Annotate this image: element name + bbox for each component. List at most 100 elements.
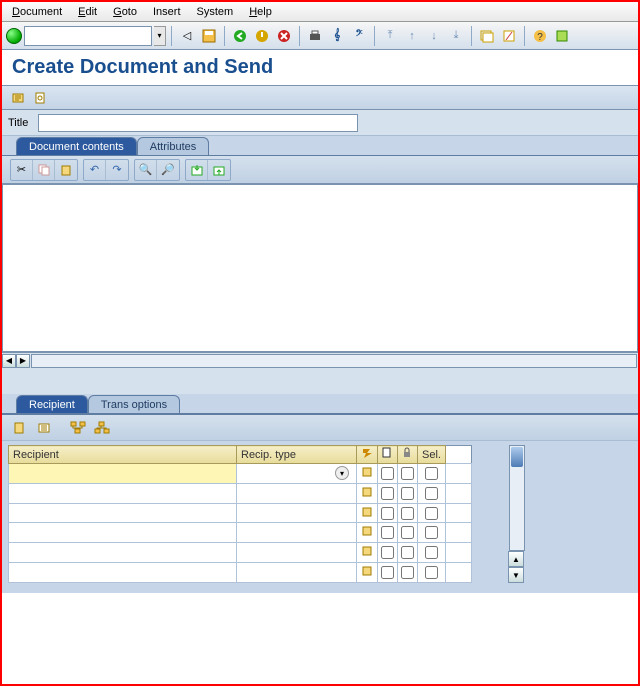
- blind-checkbox[interactable]: [401, 526, 414, 539]
- save-local-icon[interactable]: [208, 160, 230, 180]
- noforward-checkbox[interactable]: [425, 487, 438, 500]
- cell-recip-type: [237, 523, 357, 543]
- recipient-input[interactable]: [9, 564, 236, 581]
- cell-sel[interactable]: [445, 563, 471, 583]
- noforward-checkbox[interactable]: [425, 526, 438, 539]
- cell-express-icon[interactable]: [357, 563, 378, 583]
- blind-checkbox[interactable]: [401, 546, 414, 559]
- tab-attributes[interactable]: Attributes: [137, 137, 209, 155]
- scroll-track[interactable]: [31, 354, 637, 368]
- find-icon[interactable]: 𝄞: [327, 26, 347, 46]
- col-header-sel[interactable]: Sel.: [418, 446, 446, 464]
- noforward-checkbox[interactable]: [425, 546, 438, 559]
- org-icon-2[interactable]: [92, 418, 112, 438]
- copy-recip-icon[interactable]: [10, 418, 30, 438]
- blind-checkbox[interactable]: [401, 507, 414, 520]
- menu-goto[interactable]: Goto: [105, 4, 145, 20]
- menu-edit[interactable]: Edit: [70, 4, 105, 20]
- new-session-icon[interactable]: [477, 26, 497, 46]
- noforward-checkbox[interactable]: [425, 467, 438, 480]
- recipient-input[interactable]: [9, 465, 236, 482]
- menu-document[interactable]: Document: [4, 4, 70, 20]
- cell-express-icon[interactable]: [357, 523, 378, 543]
- print-icon[interactable]: [305, 26, 325, 46]
- last-page-icon[interactable]: ⤓: [446, 26, 466, 46]
- load-local-icon[interactable]: [186, 160, 208, 180]
- blind-checkbox[interactable]: [401, 487, 414, 500]
- find-editor-icon[interactable]: 🔍: [135, 160, 157, 180]
- redo-icon[interactable]: ↷: [106, 160, 128, 180]
- scroll-down-button[interactable]: ▼: [508, 567, 524, 583]
- recip-type-input[interactable]: [237, 465, 333, 482]
- recip-type-f4-button[interactable]: ▾: [335, 466, 349, 480]
- save-icon[interactable]: [199, 26, 219, 46]
- noforward-checkbox[interactable]: [425, 507, 438, 520]
- cell-sel[interactable]: [445, 523, 471, 543]
- col-header-recipient[interactable]: Recipient: [9, 446, 237, 464]
- blind-checkbox[interactable]: [401, 566, 414, 579]
- cell-express-icon[interactable]: [357, 503, 378, 523]
- col-header-blind[interactable]: [398, 446, 418, 464]
- col-header-copy[interactable]: [378, 446, 398, 464]
- send-icon[interactable]: [8, 88, 28, 108]
- tab-trans-options[interactable]: Trans options: [88, 395, 180, 413]
- distlist-icon[interactable]: [34, 418, 54, 438]
- menu-help[interactable]: Help: [241, 4, 280, 20]
- noforward-checkbox[interactable]: [425, 566, 438, 579]
- recipient-input[interactable]: [9, 505, 236, 522]
- recipient-input[interactable]: [9, 524, 236, 541]
- cell-sel[interactable]: [445, 543, 471, 563]
- help-icon[interactable]: ?: [530, 26, 550, 46]
- vscroll-track-upper[interactable]: [509, 445, 525, 551]
- cell-express-icon[interactable]: [357, 483, 378, 503]
- cell-express-icon[interactable]: [357, 543, 378, 563]
- editor-textarea[interactable]: [2, 184, 638, 352]
- scroll-up-button[interactable]: ▲: [508, 551, 524, 567]
- cell-express-icon[interactable]: [357, 464, 378, 484]
- scroll-right-button[interactable]: ▶: [16, 354, 30, 368]
- recipient-input[interactable]: [9, 544, 236, 561]
- menu-insert[interactable]: Insert: [145, 4, 189, 20]
- copy-checkbox[interactable]: [381, 526, 394, 539]
- copy-icon[interactable]: [33, 160, 55, 180]
- copy-checkbox[interactable]: [381, 487, 394, 500]
- blind-checkbox[interactable]: [401, 467, 414, 480]
- paste-icon[interactable]: [55, 160, 77, 180]
- cell-checkbox: [378, 523, 398, 543]
- menu-system[interactable]: System: [189, 4, 242, 20]
- cell-sel[interactable]: [445, 464, 471, 484]
- recipient-input[interactable]: [9, 485, 236, 502]
- attachment-icon[interactable]: [30, 88, 50, 108]
- command-dropdown[interactable]: ▾: [154, 26, 166, 46]
- exit-icon[interactable]: [252, 26, 272, 46]
- tab-document-contents[interactable]: Document contents: [16, 137, 137, 155]
- title-label: Title: [8, 117, 28, 129]
- find-next-icon[interactable]: 𝄢: [349, 26, 369, 46]
- title-input[interactable]: [38, 114, 358, 132]
- copy-checkbox[interactable]: [381, 507, 394, 520]
- col-header-express[interactable]: [357, 446, 378, 464]
- cut-icon[interactable]: ✂: [11, 160, 33, 180]
- enter-button[interactable]: [6, 28, 22, 44]
- col-header-recip-type[interactable]: Recip. type: [237, 446, 357, 464]
- cancel-icon[interactable]: [274, 26, 294, 46]
- layout-icon[interactable]: [552, 26, 572, 46]
- scroll-left-button[interactable]: ◀: [2, 354, 16, 368]
- first-page-icon[interactable]: ⤒: [380, 26, 400, 46]
- next-page-icon[interactable]: ↓: [424, 26, 444, 46]
- back-icon[interactable]: ◁: [177, 26, 197, 46]
- copy-checkbox[interactable]: [381, 467, 394, 480]
- copy-checkbox[interactable]: [381, 566, 394, 579]
- findnext-editor-icon[interactable]: 🔎: [157, 160, 179, 180]
- undo-icon[interactable]: ↶: [84, 160, 106, 180]
- vscroll-thumb[interactable]: [511, 447, 523, 467]
- copy-checkbox[interactable]: [381, 546, 394, 559]
- prev-page-icon[interactable]: ↑: [402, 26, 422, 46]
- shortcut-icon[interactable]: [499, 26, 519, 46]
- cell-sel[interactable]: [445, 503, 471, 523]
- cell-sel[interactable]: [445, 483, 471, 503]
- back-green-icon[interactable]: [230, 26, 250, 46]
- command-field[interactable]: [24, 26, 152, 46]
- org-icon-1[interactable]: [68, 418, 88, 438]
- tab-recipient[interactable]: Recipient: [16, 395, 88, 413]
